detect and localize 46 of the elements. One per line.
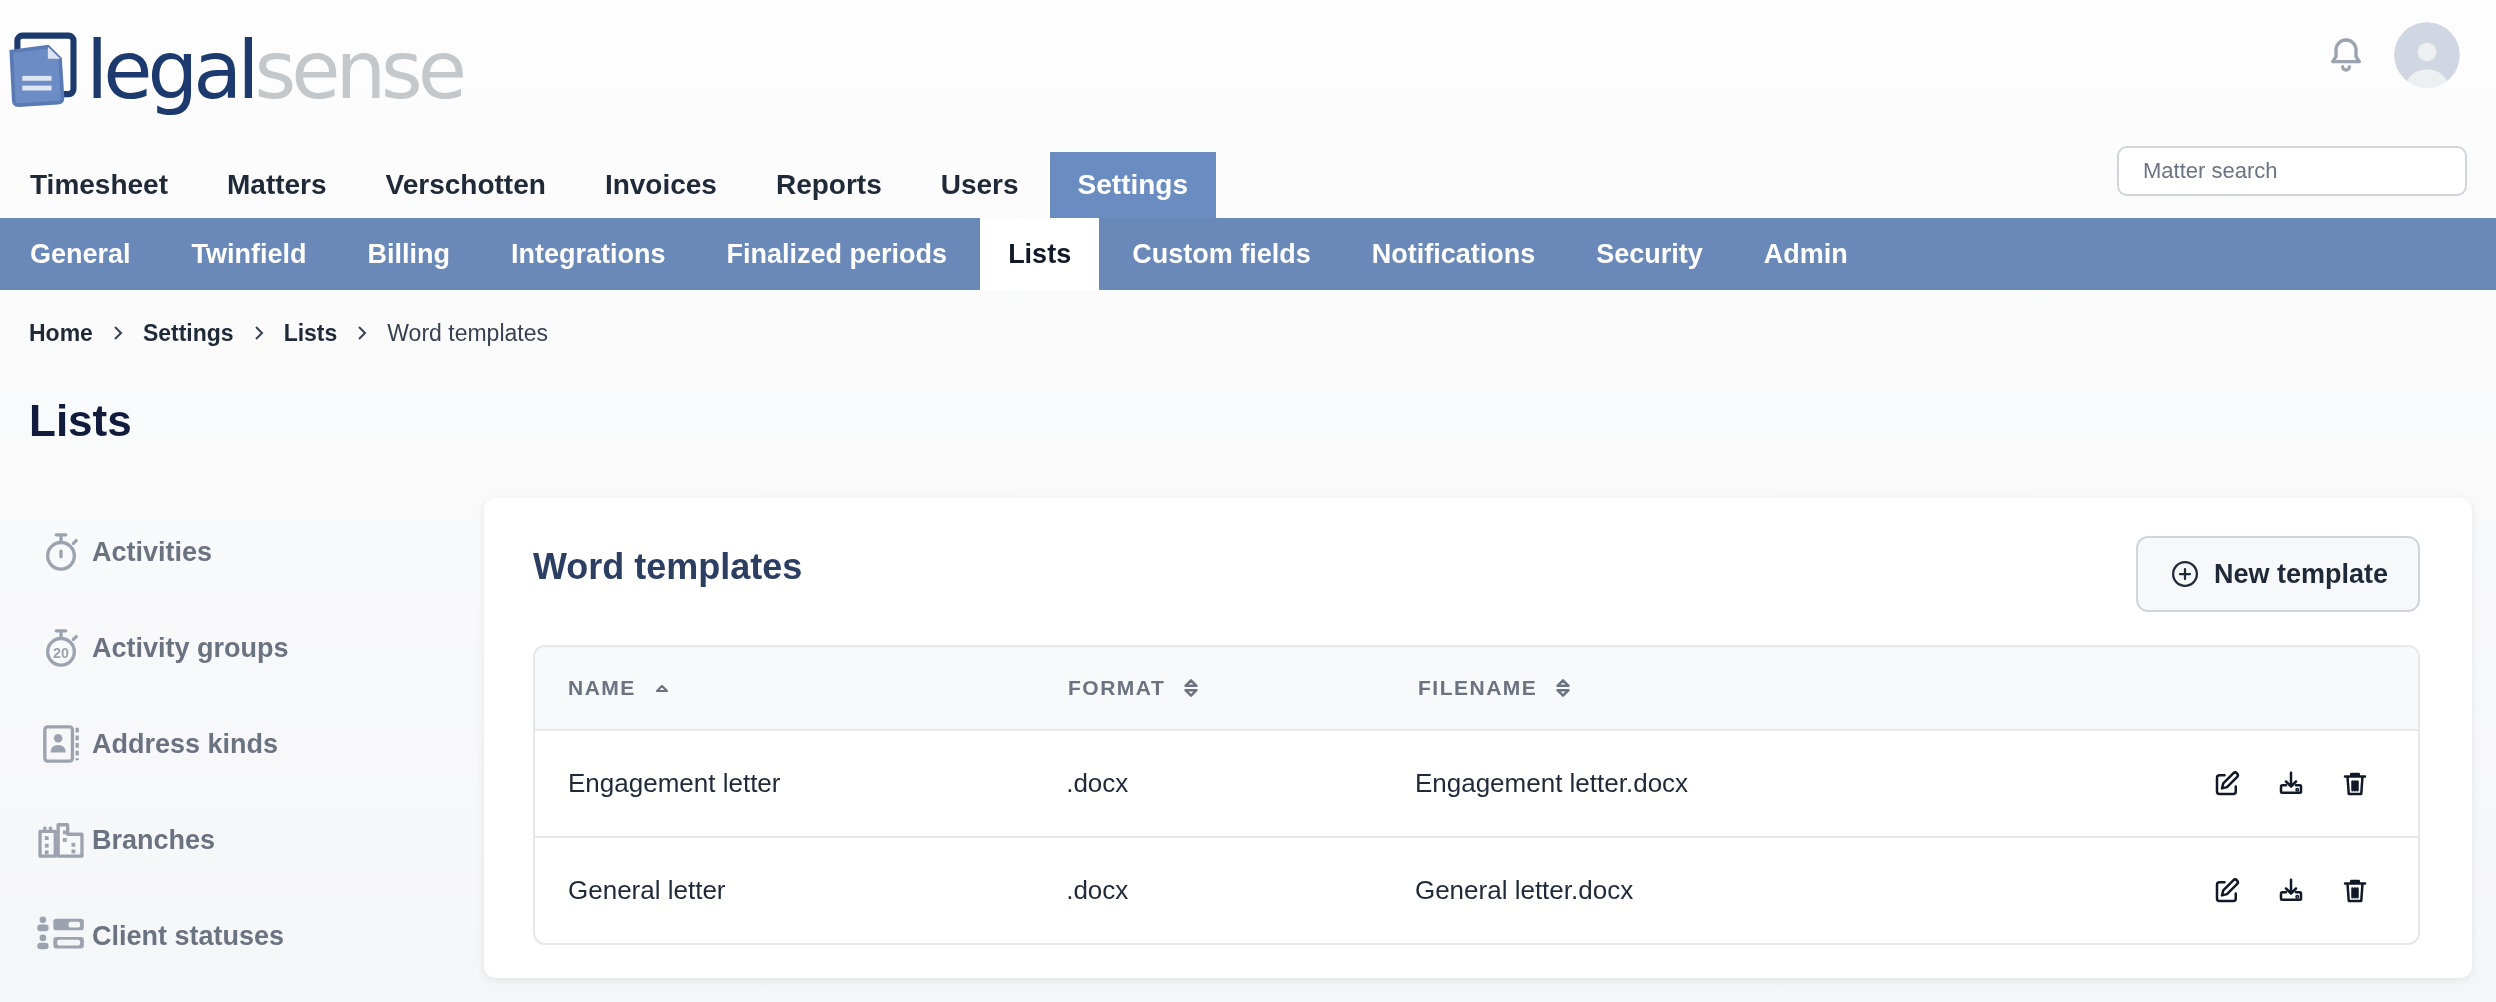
sort-ascending-icon[interactable]: [653, 683, 670, 693]
settings-tab[interactable]: Notifications: [1343, 218, 1564, 290]
sidebar-link[interactable]: Address kinds: [92, 728, 279, 760]
nav-tab[interactable]: Matters: [199, 152, 355, 218]
settings-tab[interactable]: Security: [1568, 218, 1731, 290]
settings-tab[interactable]: Integrations: [483, 218, 694, 290]
sidebar-link[interactable]: Activity groups: [92, 632, 289, 664]
settings-tab[interactable]: Custom fields: [1104, 218, 1339, 290]
chevron-right-icon: [357, 325, 368, 341]
nav-tab[interactable]: Invoices: [576, 152, 745, 218]
sidebar-link[interactable]: Activities: [92, 536, 213, 568]
nav-tab[interactable]: Users: [912, 152, 1047, 218]
plus-circle-icon: [2169, 559, 2200, 589]
settings-tab[interactable]: Admin: [1735, 218, 1876, 290]
table-cell: General letter: [568, 875, 726, 905]
table-cell: Engagement letter.docx: [1414, 768, 1689, 798]
document-logo-icon: [6, 32, 80, 110]
column-header[interactable]: FORMAT: [1068, 676, 1166, 700]
page-title: Lists: [28, 395, 133, 447]
nav-tab[interactable]: Timesheet: [2, 152, 196, 218]
breadcrumb-link[interactable]: Lists: [283, 319, 338, 347]
chevron-right-icon: [112, 325, 123, 341]
table-cell: .docx: [1066, 875, 1129, 905]
sidebar-link[interactable]: Branches: [92, 824, 216, 856]
nav-tab[interactable]: Reports: [747, 152, 910, 218]
breadcrumb-link[interactable]: Settings: [142, 319, 234, 347]
settings-tab[interactable]: Lists: [980, 218, 1100, 290]
breadcrumb-link[interactable]: Home: [29, 319, 93, 347]
card-title: Word templates: [533, 545, 803, 588]
settings-tab[interactable]: Billing: [339, 218, 479, 290]
settings-tab[interactable]: Twinfield: [163, 218, 335, 290]
table-cell: General letter.docx: [1414, 875, 1634, 905]
sidebar-link[interactable]: Client statuses: [92, 920, 285, 952]
nav-tab[interactable]: Verschotten: [357, 152, 574, 218]
search-field[interactable]: Matter search: [2117, 146, 2467, 196]
table-cell: Engagement letter: [568, 768, 781, 798]
table-cell: .docx: [1066, 768, 1129, 798]
chevron-right-icon: [253, 325, 264, 341]
column-header[interactable]: NAME: [568, 676, 636, 700]
sort-icon[interactable]: [1183, 677, 1200, 699]
nav-tab[interactable]: Settings: [1049, 152, 1217, 218]
column-header[interactable]: FILENAME: [1418, 676, 1538, 700]
settings-tab[interactable]: Finalized periods: [698, 218, 976, 290]
settings-tab[interactable]: General: [2, 218, 159, 290]
new-template-button[interactable]: New template: [2135, 536, 2420, 612]
sort-icon[interactable]: [1555, 677, 1572, 699]
